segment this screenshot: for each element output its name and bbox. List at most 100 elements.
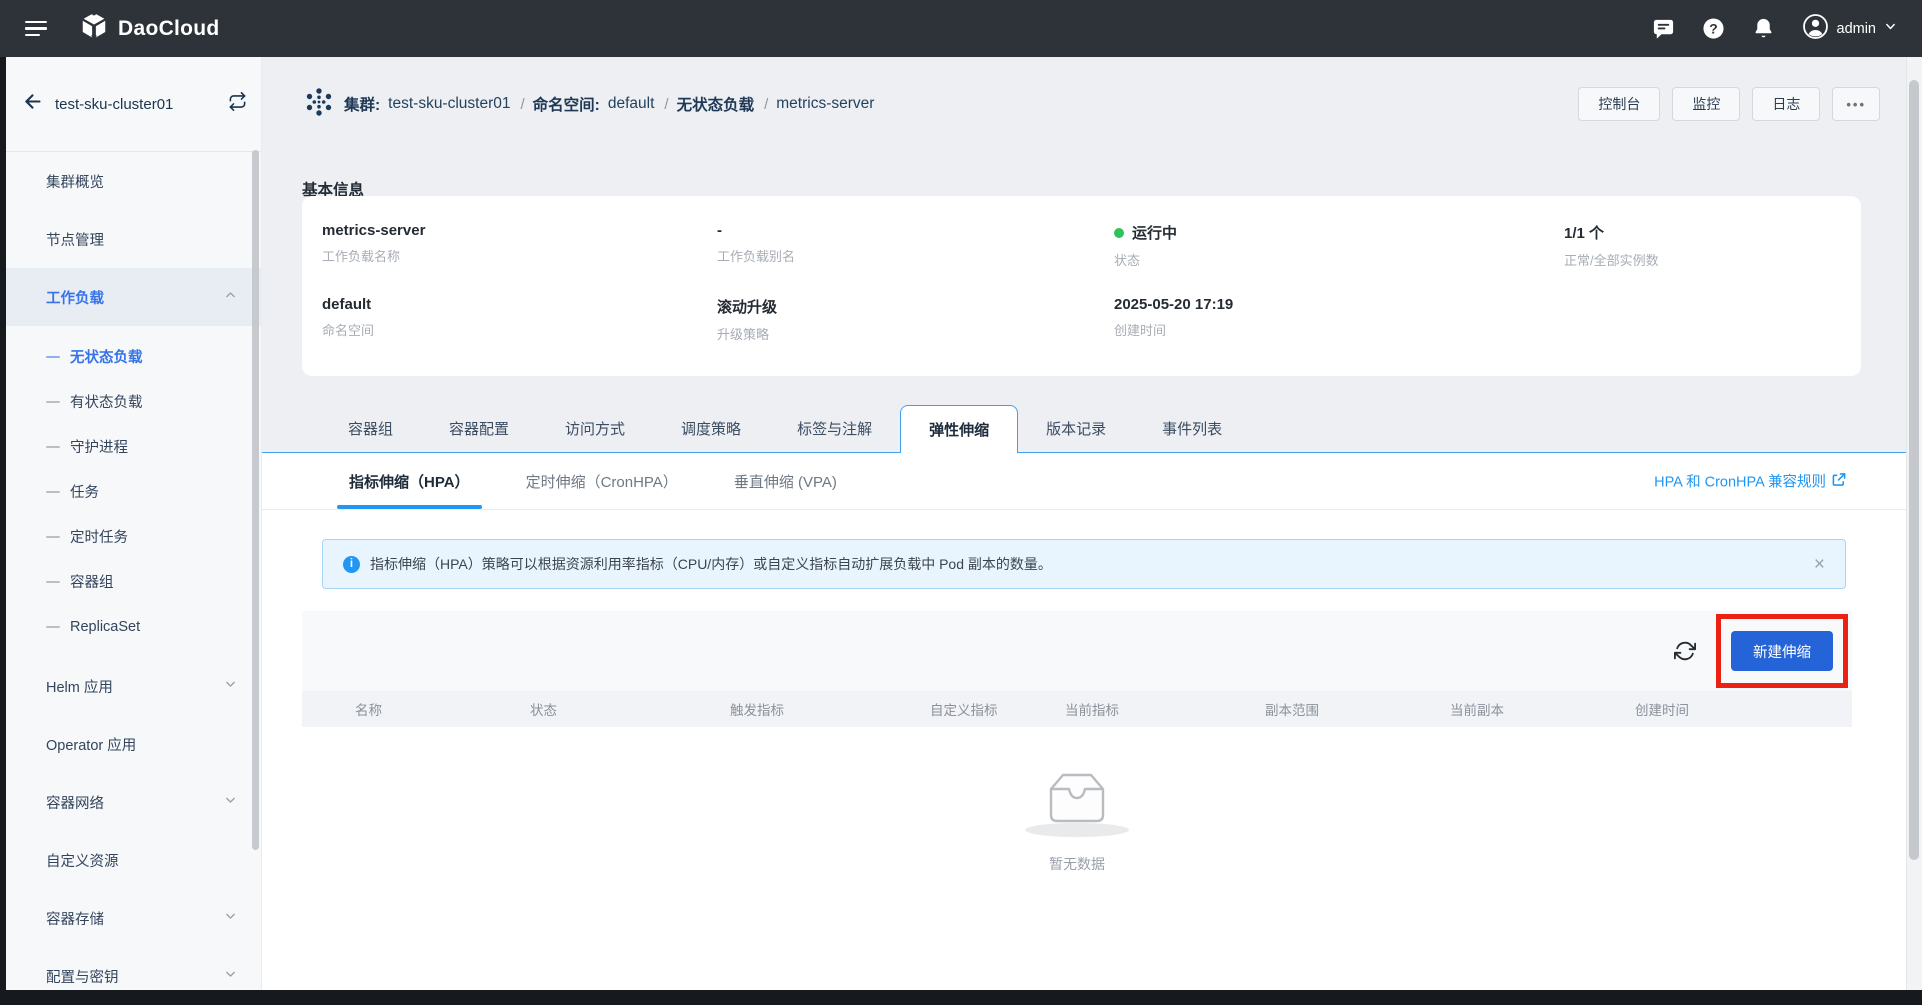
external-link-icon: [1832, 472, 1846, 490]
sidebar-item-container-network[interactable]: 容器网络: [6, 773, 261, 831]
col-current-metric: 当前指标: [1065, 699, 1265, 719]
cluster-dots-icon: [302, 85, 336, 124]
tab-container-config[interactable]: 容器配置: [421, 405, 537, 452]
brand-logo[interactable]: DaoCloud: [79, 11, 220, 46]
daocloud-cube-icon: [79, 11, 109, 46]
sidebar-item-jobs[interactable]: 任务: [6, 469, 261, 514]
col-custom-metric: 自定义指标: [930, 699, 1065, 719]
breadcrumb-workload-type[interactable]: 无状态负载: [677, 93, 755, 115]
switch-cluster-icon[interactable]: [228, 92, 247, 116]
annotation-highlight-box: 新建伸缩: [1716, 614, 1848, 688]
tab-event-list[interactable]: 事件列表: [1134, 405, 1250, 452]
breadcrumb-namespace-label: 命名空间:: [533, 93, 600, 115]
autoscaling-panel: 指标伸缩（HPA） 定时伸缩（CronHPA） 垂直伸缩 (VPA) HPA 和…: [262, 453, 1906, 990]
field-status: 运行中 状态: [1114, 222, 1564, 296]
hpa-table-header: 名称 状态 触发指标 自定义指标 当前指标 副本范围 当前副本 创建时间: [302, 691, 1852, 727]
brand-name: DaoCloud: [118, 17, 220, 41]
help-icon[interactable]: ?: [1702, 17, 1726, 41]
sidebar-cluster-header: test-sku-cluster01: [6, 57, 261, 152]
field-upgrade-strategy: 滚动升级 升级策略: [717, 296, 1114, 370]
tab-scheduling-policy[interactable]: 调度策略: [653, 405, 769, 452]
sidebar-item-helm-apps[interactable]: Helm 应用: [6, 657, 261, 715]
avatar-icon: [1802, 13, 1829, 44]
breadcrumb-separator: /: [764, 96, 768, 113]
sidebar-item-pods[interactable]: 容器组: [6, 559, 261, 604]
empty-inbox-icon: [1018, 767, 1136, 844]
col-replica-range: 副本范围: [1265, 699, 1450, 719]
more-actions-button[interactable]: •••: [1832, 87, 1880, 121]
banner-close-icon[interactable]: ×: [1814, 555, 1825, 574]
col-name: 名称: [302, 699, 530, 719]
create-hpa-button[interactable]: 新建伸缩: [1731, 631, 1833, 671]
main-scrollbar-thumb[interactable]: [1909, 80, 1919, 860]
tab-version-history[interactable]: 版本记录: [1018, 405, 1134, 452]
tab-autoscaling[interactable]: 弹性伸缩: [900, 405, 1018, 453]
hpa-info-banner: i 指标伸缩（HPA）策略可以根据资源利用率指标（CPU/内存）或自定义指标自动…: [322, 539, 1846, 589]
sidebar-item-workloads[interactable]: 工作负载: [6, 268, 261, 326]
sidebar-item-container-storage[interactable]: 容器存储: [6, 889, 261, 947]
console-button[interactable]: 控制台: [1578, 87, 1660, 121]
sidebar-item-deployments[interactable]: 无状态负载: [6, 334, 261, 379]
status-dot: [1114, 228, 1124, 238]
chevron-down-icon: [224, 794, 237, 811]
breadcrumb-separator: /: [521, 96, 525, 113]
chevron-up-icon: [224, 289, 237, 306]
menu-toggle-icon[interactable]: [25, 21, 47, 37]
info-icon: i: [343, 556, 360, 573]
col-created-time: 创建时间: [1635, 699, 1852, 719]
field-workload-name: metrics-server 工作负载名称: [322, 222, 717, 296]
refresh-icon[interactable]: [1672, 638, 1698, 664]
hpa-table-area: 新建伸缩 名称 状态 触发指标 自定义指标 当前指标 副本范围 当前副本 创建时…: [302, 611, 1852, 990]
tab-access-methods[interactable]: 访问方式: [537, 405, 653, 452]
sidebar-item-custom-resources[interactable]: 自定义资源: [6, 831, 261, 889]
back-arrow-icon[interactable]: [22, 91, 43, 117]
field-workload-alias: - 工作负载别名: [717, 222, 1114, 296]
top-navbar: DaoCloud ?: [0, 0, 1922, 57]
cluster-name: test-sku-cluster01: [55, 96, 216, 113]
hpa-toolbar: 新建伸缩: [302, 611, 1852, 691]
sidebar-item-cluster-overview[interactable]: 集群概览: [6, 152, 261, 210]
chevron-down-icon: [224, 910, 237, 927]
breadcrumb-cluster-value[interactable]: test-sku-cluster01: [388, 95, 510, 113]
col-status: 状态: [530, 699, 730, 719]
breadcrumb: 集群: test-sku-cluster01 / 命名空间: default /…: [302, 83, 1880, 125]
tab-pods[interactable]: 容器组: [320, 405, 421, 452]
sidebar-item-config-secrets[interactable]: 配置与密钥: [6, 947, 261, 1005]
tab-labels-annotations[interactable]: 标签与注解: [769, 405, 900, 452]
empty-text: 暂无数据: [1049, 854, 1105, 874]
field-namespace: default 命名空间: [322, 296, 717, 370]
main-content: 集群: test-sku-cluster01 / 命名空间: default /…: [262, 57, 1922, 990]
col-trigger-metric: 触发指标: [730, 699, 930, 719]
feedback-chat-icon[interactable]: [1652, 17, 1676, 41]
autoscaling-subtabs: 指标伸缩（HPA） 定时伸缩（CronHPA） 垂直伸缩 (VPA) HPA 和…: [262, 453, 1906, 510]
sidebar-item-replicaset[interactable]: ReplicaSet: [6, 604, 261, 649]
sidebar-item-node-management[interactable]: 节点管理: [6, 210, 261, 268]
breadcrumb-namespace-value[interactable]: default: [608, 95, 655, 113]
logs-button[interactable]: 日志: [1752, 87, 1820, 121]
detail-tabs: 容器组 容器配置 访问方式 调度策略 标签与注解 弹性伸缩 版本记录 事件列表: [262, 405, 1906, 453]
sidebar-item-operator-apps[interactable]: Operator 应用: [6, 715, 261, 773]
cluster-sidebar: test-sku-cluster01 集群概览 节点管理 工作负载 无状态负载 …: [6, 57, 262, 990]
empty-state: 暂无数据: [302, 767, 1852, 874]
subtab-cronhpa[interactable]: 定时伸缩（CronHPA）: [498, 453, 706, 509]
user-chevron-down-icon: [1884, 20, 1897, 37]
main-scrollbar-track: [1906, 57, 1922, 990]
field-instances: 1/1 个 正常/全部实例数: [1564, 222, 1841, 296]
basic-info-card: metrics-server 工作负载名称 - 工作负载别名 运行中 状态 1/…: [302, 196, 1861, 376]
subtab-hpa[interactable]: 指标伸缩（HPA）: [321, 453, 498, 509]
user-menu[interactable]: admin: [1802, 13, 1898, 44]
notifications-bell-icon[interactable]: [1752, 17, 1776, 41]
hpa-compatibility-rules-link[interactable]: HPA 和 CronHPA 兼容规则: [1654, 471, 1846, 492]
chevron-down-icon: [224, 968, 237, 985]
sidebar-item-cronjobs[interactable]: 定时任务: [6, 514, 261, 559]
sidebar-item-daemonsets[interactable]: 守护进程: [6, 424, 261, 469]
breadcrumb-workload-name: metrics-server: [776, 95, 874, 113]
sidebar-scrollbar[interactable]: [252, 150, 259, 850]
sidebar-item-statefulsets[interactable]: 有状态负载: [6, 379, 261, 424]
hpa-banner-text: 指标伸缩（HPA）策略可以根据资源利用率指标（CPU/内存）或自定义指标自动扩展…: [370, 554, 1052, 574]
monitor-button[interactable]: 监控: [1672, 87, 1740, 121]
breadcrumb-cluster-label: 集群:: [344, 93, 380, 115]
subtab-vpa[interactable]: 垂直伸缩 (VPA): [706, 453, 865, 509]
col-current-replicas: 当前副本: [1450, 699, 1635, 719]
field-created-time: 2025-05-20 17:19 创建时间: [1114, 296, 1564, 370]
